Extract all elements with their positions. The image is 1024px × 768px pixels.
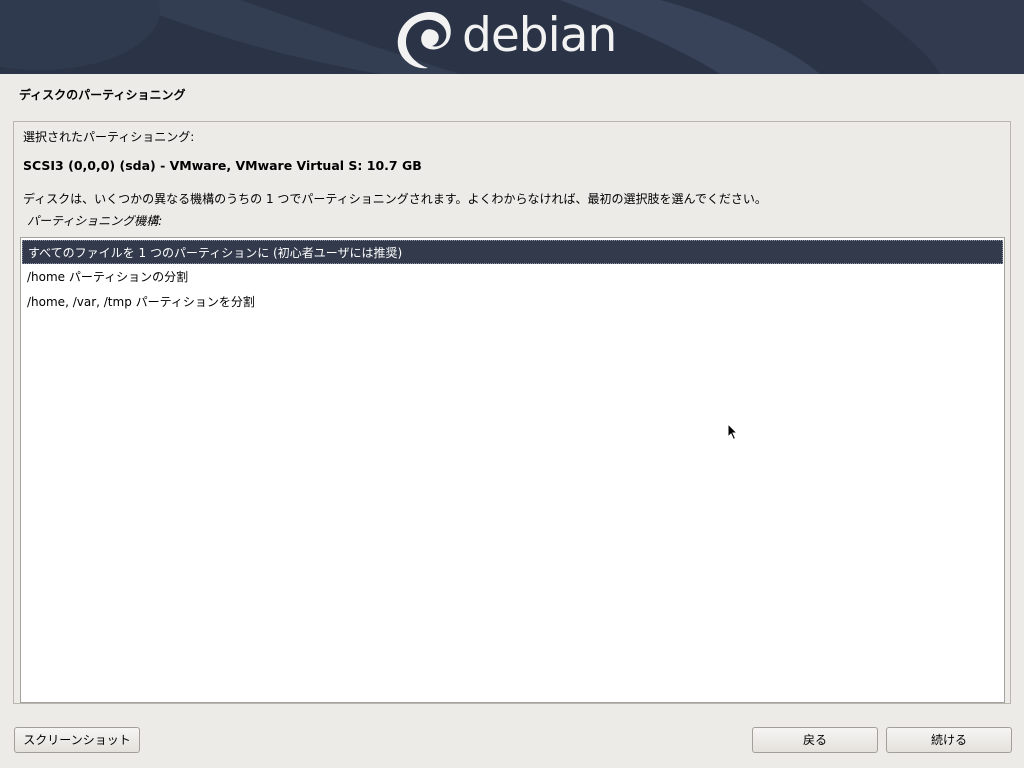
mouse-pointer-icon	[727, 423, 739, 441]
disk-name: SCSI3 (0,0,0) (sda) - VMware, VMware Vir…	[23, 158, 422, 173]
partitioning-scheme-label: パーティショニング機構:	[27, 214, 163, 228]
scheme-option-separate-home[interactable]: /home パーティションの分割	[22, 265, 1003, 289]
scheme-option-separate-home-var-tmp[interactable]: /home, /var, /tmp パーティションを分割	[22, 290, 1003, 314]
selected-partitioning-label: 選択されたパーティショニング:	[23, 130, 195, 144]
continue-button[interactable]: 続ける	[886, 727, 1012, 753]
partitioning-description: ディスクは、いくつかの異なる機構のうちの 1 つでパーティショニングされます。よ…	[23, 192, 767, 206]
partitioning-scheme-list[interactable]: すべてのファイルを 1 つのパーティションに (初心者ユーザには推奨) /hom…	[20, 237, 1005, 703]
debian-logo-text: debian	[462, 8, 617, 63]
screenshot-button[interactable]: スクリーンショット	[14, 727, 140, 753]
page-title: ディスクのパーティショニング	[19, 88, 186, 102]
debian-banner: debian	[0, 0, 1024, 74]
back-button[interactable]: 戻る	[752, 727, 878, 753]
scheme-option-all-in-one[interactable]: すべてのファイルを 1 つのパーティションに (初心者ユーザには推奨)	[22, 240, 1003, 264]
